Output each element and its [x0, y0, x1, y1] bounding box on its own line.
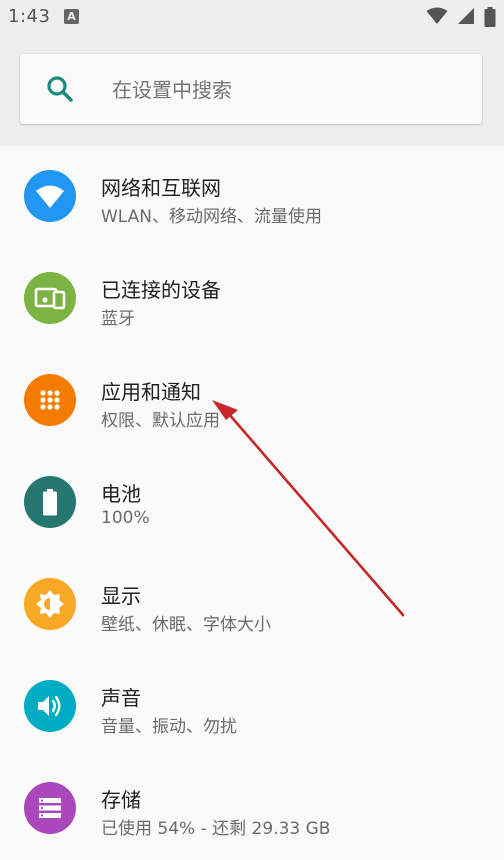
item-subtitle: 壁纸、休眠、字体大小 — [101, 615, 271, 635]
battery-status-icon — [484, 7, 496, 27]
notification-icon: A — [64, 9, 79, 24]
storage-icon — [24, 782, 76, 834]
item-subtitle: 蓝牙 — [101, 309, 135, 329]
item-title: 电池 — [101, 482, 141, 506]
status-icons — [422, 7, 496, 27]
search-bar[interactable] — [20, 54, 482, 124]
settings-item-battery[interactable]: 电池 100% — [0, 452, 504, 554]
item-title: 网络和互联网 — [101, 176, 221, 200]
wifi-signal-icon — [426, 7, 448, 24]
item-title: 应用和通知 — [101, 380, 201, 404]
settings-item-devices[interactable]: 已连接的设备 蓝牙 — [0, 248, 504, 350]
item-title: 已连接的设备 — [101, 278, 221, 302]
search-icon[interactable] — [46, 75, 74, 103]
item-subtitle: 音量、振动、勿扰 — [101, 717, 237, 737]
search-area — [0, 34, 504, 146]
item-subtitle: 100% — [101, 508, 150, 528]
battery-icon — [24, 476, 76, 528]
settings-item-sound[interactable]: 声音 音量、振动、勿扰 — [0, 656, 504, 758]
search-input[interactable] — [110, 72, 454, 108]
item-title: 声音 — [101, 686, 141, 710]
volume-icon — [24, 680, 76, 732]
settings-item-network[interactable]: 网络和互联网 WLAN、移动网络、流量使用 — [0, 146, 504, 248]
item-title: 存储 — [101, 788, 141, 812]
status-time: 1:43 — [8, 6, 51, 27]
apps-icon — [24, 374, 76, 426]
wifi-icon — [24, 170, 76, 222]
status-bar: 1:43 A — [0, 0, 504, 34]
settings-item-storage[interactable]: 存储 已使用 54% - 还剩 29.33 GB — [0, 758, 504, 860]
devices-icon — [24, 272, 76, 324]
item-subtitle: 权限、默认应用 — [101, 411, 220, 431]
item-subtitle: WLAN、移动网络、流量使用 — [101, 207, 323, 227]
item-subtitle: 已使用 54% - 还剩 29.33 GB — [101, 819, 331, 839]
brightness-icon — [24, 578, 76, 630]
item-title: 显示 — [101, 584, 141, 608]
settings-item-display[interactable]: 显示 壁纸、休眠、字体大小 — [0, 554, 504, 656]
cell-signal-icon — [457, 8, 474, 24]
settings-item-apps[interactable]: 应用和通知 权限、默认应用 — [0, 350, 504, 452]
